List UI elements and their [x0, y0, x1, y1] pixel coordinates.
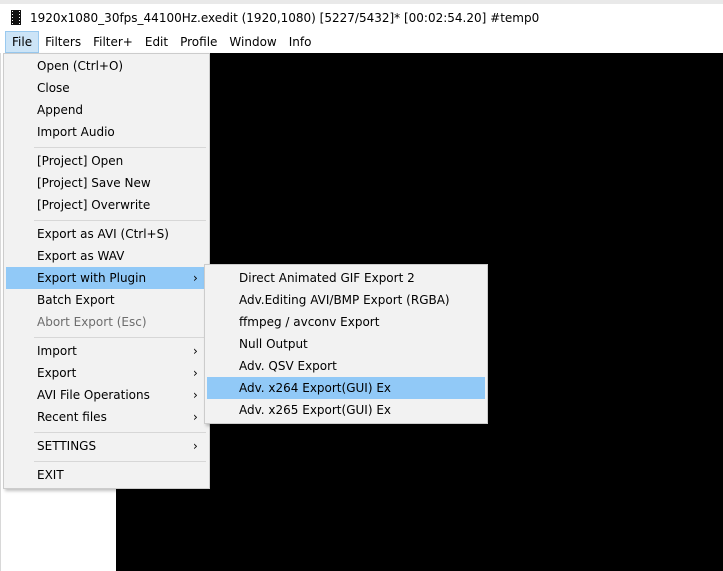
- menu-item-label: Direct Animated GIF Export 2: [239, 271, 415, 285]
- menu-item-export-with-plugin[interactable]: Export with Plugin ›: [6, 267, 207, 289]
- menu-item-export-wav[interactable]: Export as WAV: [6, 245, 207, 267]
- film-app-icon: [11, 10, 21, 25]
- chevron-right-icon: ›: [193, 388, 198, 402]
- chevron-right-icon: ›: [193, 410, 198, 424]
- menu-item-abort-export: Abort Export (Esc): [6, 311, 207, 333]
- menu-item-label: Abort Export (Esc): [37, 315, 147, 329]
- menu-item-recent-files[interactable]: Recent files ›: [6, 406, 207, 428]
- menu-item-label: Import Audio: [37, 125, 115, 139]
- menu-info[interactable]: Info: [283, 31, 318, 53]
- chevron-right-icon: ›: [193, 366, 198, 380]
- menu-item-label: Adv. QSV Export: [239, 359, 337, 373]
- menu-item-project-save-new[interactable]: [Project] Save New: [6, 172, 207, 194]
- menu-item-close[interactable]: Close: [6, 77, 207, 99]
- menu-item-label: Append: [37, 103, 84, 117]
- export-plugin-submenu: Direct Animated GIF Export 2 Adv.Editing…: [204, 264, 488, 424]
- title-bar: 1920x1080_30fps_44100Hz.exedit (1920,108…: [0, 4, 723, 31]
- menu-item-label: Export as WAV: [37, 249, 125, 263]
- menu-item-label: Null Output: [239, 337, 308, 351]
- submenu-item-ffmpeg-export[interactable]: ffmpeg / avconv Export: [207, 311, 485, 333]
- chevron-right-icon: ›: [193, 439, 198, 453]
- menu-item-label: AVI File Operations: [37, 388, 150, 402]
- menu-separator: [34, 147, 206, 148]
- menu-item-label: Close: [37, 81, 70, 95]
- menu-item-export-avi[interactable]: Export as AVI (Ctrl+S): [6, 223, 207, 245]
- menu-item-label: EXIT: [37, 468, 64, 482]
- menu-item-append[interactable]: Append: [6, 99, 207, 121]
- menu-item-label: ffmpeg / avconv Export: [239, 315, 380, 329]
- menu-item-import-audio[interactable]: Import Audio: [6, 121, 207, 143]
- menu-item-label: Recent files: [37, 410, 107, 424]
- menu-item-batch-export[interactable]: Batch Export: [6, 289, 207, 311]
- menu-item-label: Export: [37, 366, 77, 380]
- menu-item-label: Adv.Editing AVI/BMP Export (RGBA): [239, 293, 450, 307]
- menu-filter-plus[interactable]: Filter+: [87, 31, 139, 53]
- submenu-item-gif-export[interactable]: Direct Animated GIF Export 2: [207, 267, 485, 289]
- menu-item-avi-file-operations[interactable]: AVI File Operations ›: [6, 384, 207, 406]
- menu-item-label: Import: [37, 344, 77, 358]
- menu-file[interactable]: File: [5, 31, 40, 53]
- chevron-right-icon: ›: [193, 344, 198, 358]
- menu-separator: [34, 220, 206, 221]
- menu-filters[interactable]: Filters: [39, 31, 87, 53]
- menu-item-settings[interactable]: SETTINGS ›: [6, 435, 207, 457]
- menu-item-label: SETTINGS: [37, 439, 97, 453]
- submenu-item-x265-export[interactable]: Adv. x265 Export(GUI) Ex: [207, 399, 485, 421]
- menu-item-label: Export with Plugin: [37, 271, 147, 285]
- menu-item-label: Adv. x264 Export(GUI) Ex: [239, 381, 391, 395]
- menu-item-export[interactable]: Export ›: [6, 362, 207, 384]
- menu-item-project-overwrite[interactable]: [Project] Overwrite: [6, 194, 207, 216]
- menu-separator: [34, 461, 206, 462]
- submenu-item-x264-export[interactable]: Adv. x264 Export(GUI) Ex: [207, 377, 485, 399]
- menu-item-label: Export as AVI (Ctrl+S): [37, 227, 169, 241]
- menu-item-label: Adv. x265 Export(GUI) Ex: [239, 403, 391, 417]
- window-title: 1920x1080_30fps_44100Hz.exedit (1920,108…: [30, 10, 540, 25]
- menu-item-label: [Project] Overwrite: [37, 198, 151, 212]
- menu-window[interactable]: Window: [223, 31, 282, 53]
- menu-item-label: Open (Ctrl+O): [37, 59, 124, 73]
- menu-item-label: [Project] Open: [37, 154, 124, 168]
- menu-item-label: Batch Export: [37, 293, 115, 307]
- menu-edit[interactable]: Edit: [139, 31, 174, 53]
- submenu-item-qsv-export[interactable]: Adv. QSV Export: [207, 355, 485, 377]
- submenu-item-avi-bmp-export[interactable]: Adv.Editing AVI/BMP Export (RGBA): [207, 289, 485, 311]
- submenu-item-null-output[interactable]: Null Output: [207, 333, 485, 355]
- menu-item-label: [Project] Save New: [37, 176, 151, 190]
- menu-item-import[interactable]: Import ›: [6, 340, 207, 362]
- menu-item-project-open[interactable]: [Project] Open: [6, 150, 207, 172]
- menu-profile[interactable]: Profile: [174, 31, 223, 53]
- chevron-right-icon: ›: [193, 271, 198, 285]
- menu-item-exit[interactable]: EXIT: [6, 464, 207, 486]
- menu-separator: [34, 337, 206, 338]
- menu-bar: File Filters Filter+ Edit Profile Window…: [0, 31, 723, 53]
- file-menu-dropdown: Open (Ctrl+O) Close Append Import Audio …: [3, 53, 210, 489]
- menu-item-open[interactable]: Open (Ctrl+O): [6, 55, 207, 77]
- menu-separator: [34, 432, 206, 433]
